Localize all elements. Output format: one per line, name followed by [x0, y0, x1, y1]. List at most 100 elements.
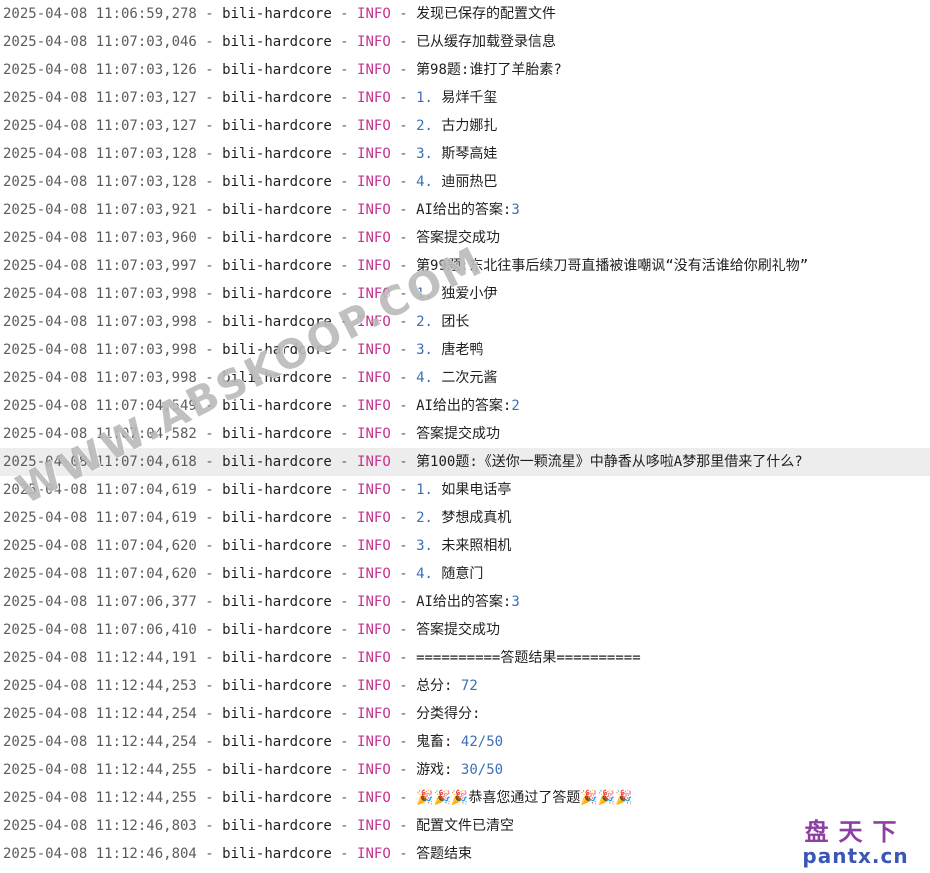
log-timestamp: 2025-04-08 11:12:44,255 — [3, 790, 197, 806]
log-separator: - — [196, 314, 223, 330]
log-level: INFO — [357, 594, 391, 610]
log-separator: - — [331, 314, 358, 330]
log-timestamp: 2025-04-08 11:07:03,128 — [3, 174, 197, 190]
log-line: 2025-04-08 11:07:06,410 - bili-hardcore … — [0, 616, 930, 644]
log-separator: - — [390, 734, 417, 750]
log-line: 2025-04-08 11:07:06,377 - bili-hardcore … — [0, 588, 930, 616]
log-separator: - — [331, 286, 358, 302]
log-message: 未来照相机 — [432, 538, 512, 554]
option-number: 2. — [416, 118, 433, 134]
log-timestamp: 2025-04-08 11:07:06,377 — [3, 594, 197, 610]
log-separator: - — [331, 342, 358, 358]
log-separator: - — [196, 62, 223, 78]
option-number: 4. — [416, 174, 433, 190]
log-level: INFO — [357, 790, 391, 806]
option-number: 3. — [416, 146, 433, 162]
log-line: 2025-04-08 11:07:04,619 - bili-hardcore … — [0, 476, 930, 504]
log-timestamp: 2025-04-08 11:07:04,619 — [3, 482, 197, 498]
log-timestamp: 2025-04-08 11:06:59,278 — [3, 6, 197, 22]
log-separator: - — [196, 426, 223, 442]
log-logger-name: bili-hardcore — [222, 622, 332, 638]
log-line: 2025-04-08 11:07:04,582 - bili-hardcore … — [0, 420, 930, 448]
log-logger-name: bili-hardcore — [222, 202, 332, 218]
log-number: 3 — [511, 594, 520, 610]
log-separator: - — [196, 118, 223, 134]
log-separator: - — [196, 482, 223, 498]
log-line: 2025-04-08 11:12:44,254 - bili-hardcore … — [0, 700, 930, 728]
log-timestamp: 2025-04-08 11:07:03,997 — [3, 258, 197, 274]
log-timestamp: 2025-04-08 11:07:03,998 — [3, 370, 197, 386]
log-separator: - — [196, 34, 223, 50]
log-line: 2025-04-08 11:12:44,191 - bili-hardcore … — [0, 644, 930, 672]
log-timestamp: 2025-04-08 11:07:03,127 — [3, 90, 197, 106]
log-separator: - — [390, 426, 417, 442]
log-logger-name: bili-hardcore — [222, 286, 332, 302]
log-message: 答案提交成功 — [416, 622, 501, 638]
log-level: INFO — [357, 678, 391, 694]
log-message: 古力娜扎 — [432, 118, 498, 134]
log-separator: - — [196, 790, 223, 806]
log-line: 2025-04-08 11:12:44,255 - bili-hardcore … — [0, 784, 930, 812]
log-separator: - — [331, 846, 358, 862]
log-separator: - — [390, 146, 417, 162]
log-timestamp: 2025-04-08 11:12:46,803 — [3, 818, 197, 834]
log-separator: - — [196, 370, 223, 386]
log-separator: - — [331, 818, 358, 834]
log-separator: - — [390, 286, 417, 302]
log-separator: - — [196, 398, 223, 414]
log-level: INFO — [357, 258, 391, 274]
log-line: 2025-04-08 11:07:04,618 - bili-hardcore … — [0, 448, 930, 476]
log-logger-name: bili-hardcore — [222, 678, 332, 694]
log-separator: - — [331, 118, 358, 134]
log-level: INFO — [357, 174, 391, 190]
log-timestamp: 2025-04-08 11:07:03,998 — [3, 314, 197, 330]
log-separator: - — [196, 146, 223, 162]
log-separator: - — [390, 202, 417, 218]
option-number: 2. — [416, 510, 433, 526]
log-message: 🎉🎉🎉恭喜您通过了答题🎉🎉🎉 — [416, 790, 633, 806]
log-separator: - — [331, 6, 358, 22]
option-number: 1. — [416, 286, 433, 302]
log-message: 独爱小伊 — [432, 286, 498, 302]
log-separator: - — [331, 706, 358, 722]
log-timestamp: 2025-04-08 11:07:04,549 — [3, 398, 197, 414]
log-message: 二次元酱 — [432, 370, 498, 386]
log-separator: - — [331, 510, 358, 526]
log-timestamp: 2025-04-08 11:12:46,804 — [3, 846, 197, 862]
log-separator: - — [331, 454, 358, 470]
log-separator: - — [390, 706, 417, 722]
log-timestamp: 2025-04-08 11:07:04,619 — [3, 510, 197, 526]
log-level: INFO — [357, 6, 391, 22]
log-line: 2025-04-08 11:07:04,619 - bili-hardcore … — [0, 504, 930, 532]
log-line: 2025-04-08 11:07:04,620 - bili-hardcore … — [0, 560, 930, 588]
log-line: 2025-04-08 11:12:44,253 - bili-hardcore … — [0, 672, 930, 700]
log-separator: - — [390, 342, 417, 358]
log-line: 2025-04-08 11:12:46,803 - bili-hardcore … — [0, 812, 930, 840]
log-logger-name: bili-hardcore — [222, 314, 332, 330]
log-separator: - — [196, 286, 223, 302]
log-timestamp: 2025-04-08 11:07:03,127 — [3, 118, 197, 134]
log-line: 2025-04-08 11:06:59,278 - bili-hardcore … — [0, 0, 930, 28]
log-separator: - — [196, 622, 223, 638]
log-logger-name: bili-hardcore — [222, 790, 332, 806]
log-level: INFO — [357, 650, 391, 666]
log-level: INFO — [357, 370, 391, 386]
log-message: 鬼畜: — [416, 734, 461, 750]
log-line: 2025-04-08 11:07:03,960 - bili-hardcore … — [0, 224, 930, 252]
log-separator: - — [390, 230, 417, 246]
log-separator: - — [390, 454, 417, 470]
log-logger-name: bili-hardcore — [222, 230, 332, 246]
log-separator: - — [390, 566, 417, 582]
console-output[interactable]: 2025-04-08 11:06:59,278 - bili-hardcore … — [0, 0, 930, 873]
log-separator: - — [196, 650, 223, 666]
log-message: 唐老鸭 — [432, 342, 484, 358]
log-timestamp: 2025-04-08 11:07:04,618 — [3, 454, 197, 470]
log-timestamp: 2025-04-08 11:12:44,255 — [3, 762, 197, 778]
log-separator: - — [196, 762, 223, 778]
log-number: 3 — [511, 202, 520, 218]
log-separator: - — [196, 594, 223, 610]
log-logger-name: bili-hardcore — [222, 818, 332, 834]
option-number: 4. — [416, 566, 433, 582]
log-separator: - — [196, 6, 223, 22]
log-separator: - — [390, 762, 417, 778]
